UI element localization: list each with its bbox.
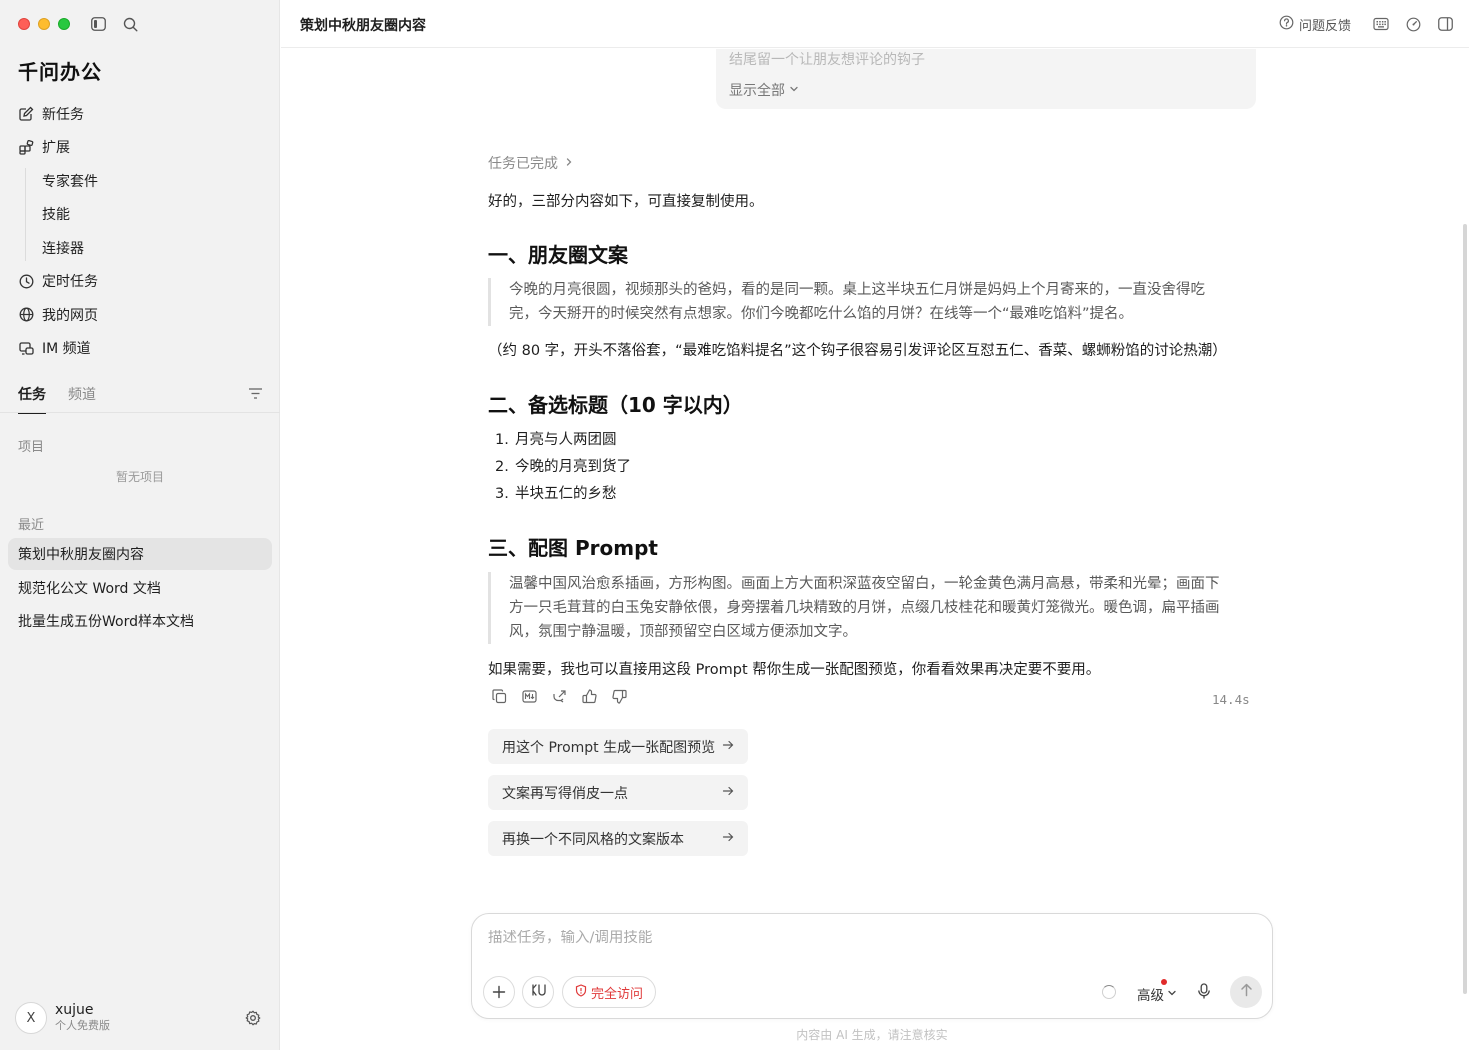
nav-skills[interactable]: 技能 — [0, 198, 280, 232]
suggestion-generate-preview[interactable]: 用这个 Prompt 生成一张配图预览 — [488, 729, 748, 764]
help-circle-icon — [1279, 15, 1294, 34]
recent-list: 策划中秋朋友圈内容 规范化公文 Word 文档 批量生成五份Word样本文档 — [8, 538, 272, 639]
model-level-select[interactable]: 高级 — [1137, 979, 1177, 1004]
arrow-up-icon — [1240, 983, 1253, 1001]
arrow-right-icon — [722, 739, 734, 755]
gauge-icon[interactable] — [1404, 15, 1422, 33]
nav-connectors[interactable]: 连接器 — [0, 231, 280, 265]
chevron-down-icon — [1167, 986, 1177, 1002]
moments-copy-note: （约 80 字，开头不落俗套，“最难吃馅料提名”这个钩子很容易引发评论区互怼五仁… — [488, 343, 1227, 359]
conversation-area: 结尾留一个让朋友想评论的钩子 显示全部 任务已完成 好的，三部分内容如下，可直接… — [281, 49, 1469, 1050]
tools-button[interactable] — [522, 976, 554, 1008]
search-icon[interactable] — [121, 15, 139, 33]
sidebar: 千问办公 新任务 扩展 专家套件 技能 连接器 定时任务 我的网页 IM 频道 … — [0, 0, 280, 1050]
window-controls — [18, 18, 70, 30]
chevron-right-icon — [564, 155, 574, 171]
close-window-button[interactable] — [18, 18, 30, 30]
minimize-window-button[interactable] — [38, 18, 50, 30]
list-item: 2. 今晚的月亮到货了 — [495, 459, 631, 475]
recent-item-official-doc[interactable]: 规范化公文 Word 文档 — [8, 572, 272, 604]
nav-new-task[interactable]: 新任务 — [0, 97, 280, 131]
moments-copy-quote: 今晚的月亮很圆，视频那头的爸妈，看的是同一颗。桌上这半块五仁月饼是妈妈上个月寄来… — [488, 278, 1233, 326]
nav-my-webpages[interactable]: 我的网页 — [0, 298, 280, 332]
previous-message-card: 结尾留一个让朋友想评论的钩子 显示全部 — [716, 49, 1256, 109]
copy-icon[interactable] — [490, 687, 508, 705]
full-access-button[interactable]: 完全访问 — [562, 976, 657, 1008]
title-options-list: 1. 月亮与人两团圆 2. 今晚的月亮到货了 3. 半块五仁的乡愁 — [488, 427, 1258, 508]
edit-icon — [18, 106, 34, 122]
nav-extensions[interactable]: 扩展 — [0, 131, 280, 165]
show-all-button[interactable]: 显示全部 — [729, 80, 799, 100]
loading-spinner-icon — [1102, 985, 1116, 999]
app-brand: 千问办公 — [18, 60, 102, 84]
gear-icon[interactable] — [245, 1010, 261, 1030]
projects-label: 项目 — [18, 440, 45, 455]
list-item: 1. 月亮与人两团圆 — [495, 432, 617, 448]
section-heading-titles: 二、备选标题（10 字以内） — [488, 393, 743, 417]
section-heading-image-prompt: 三、配图 Prompt — [488, 536, 658, 560]
recent-item-batch-word[interactable]: 批量生成五份Word样本文档 — [8, 605, 272, 637]
top-header: 策划中秋朋友圈内容 问题反馈 — [281, 0, 1469, 48]
task-status[interactable]: 任务已完成 — [488, 149, 1258, 177]
response-intro: 好的，三部分内容如下，可直接复制使用。 — [488, 194, 764, 210]
nav-expert-suite[interactable]: 专家套件 — [0, 164, 280, 198]
notification-dot — [1161, 979, 1167, 985]
composer: 完全访问 高级 — [471, 913, 1273, 1019]
nav-im-channel[interactable]: IM 频道 — [0, 332, 280, 366]
assistant-response: 任务已完成 好的，三部分内容如下，可直接复制使用。 一、朋友圈文案 今晚的月亮很… — [488, 149, 1258, 682]
panel-toggle-icon[interactable] — [1436, 15, 1454, 33]
arrow-right-icon — [722, 785, 734, 801]
globe-icon — [18, 307, 34, 323]
markdown-icon[interactable] — [520, 687, 538, 705]
task-input[interactable] — [488, 930, 1248, 946]
extensions-submenu: 专家套件 技能 连接器 — [0, 164, 280, 265]
add-attachment-button[interactable] — [483, 976, 515, 1008]
chevron-down-icon — [789, 82, 799, 98]
suggestion-playful-copy[interactable]: 文案再写得俏皮一点 — [488, 775, 748, 810]
thumbs-down-icon[interactable] — [610, 687, 628, 705]
sidebar-toggle-icon[interactable] — [89, 15, 107, 33]
recent-label: 最近 — [18, 518, 45, 533]
send-button[interactable] — [1230, 976, 1262, 1008]
recent-item-mid-autumn[interactable]: 策划中秋朋友圈内容 — [8, 538, 272, 570]
avatar: X — [15, 1002, 47, 1034]
keyboard-icon[interactable] — [1372, 15, 1390, 33]
share-icon[interactable] — [550, 687, 568, 705]
tab-tasks[interactable]: 任务 — [18, 384, 46, 414]
user-profile[interactable]: X xujue 个人免费版 — [15, 1002, 110, 1034]
microphone-icon[interactable] — [1197, 983, 1211, 1004]
feedback-button[interactable]: 问题反馈 — [1279, 15, 1351, 34]
message-actions — [490, 687, 628, 705]
user-name: xujue — [55, 1002, 94, 1018]
sidebar-tabs: 任务 频道 — [18, 384, 96, 414]
thumbs-up-icon[interactable] — [580, 687, 598, 705]
tab-channels[interactable]: 频道 — [68, 384, 96, 414]
arrow-right-icon — [722, 831, 734, 847]
response-closing: 如果需要，我也可以直接用这段 Prompt 帮你生成一张配图预览，你看看效果再决… — [488, 662, 1101, 678]
extension-icon — [18, 139, 34, 155]
im-channel-icon — [18, 340, 34, 356]
maximize-window-button[interactable] — [58, 18, 70, 30]
previous-message-text: 结尾留一个让朋友想评论的钩子 — [729, 52, 925, 68]
clock-icon — [18, 273, 34, 289]
user-plan: 个人免费版 — [55, 1019, 110, 1032]
sidebar-nav: 新任务 扩展 专家套件 技能 连接器 定时任务 我的网页 IM 频道 — [0, 97, 280, 365]
section-heading-moments-copy: 一、朋友圈文案 — [488, 243, 628, 267]
suggestion-different-style[interactable]: 再换一个不同风格的文案版本 — [488, 821, 748, 856]
tabs-divider — [0, 412, 280, 413]
list-item: 3. 半块五仁的乡愁 — [495, 486, 617, 502]
response-elapsed-time: 14.4s — [1212, 692, 1250, 707]
projects-empty-text: 暂无项目 — [115, 470, 164, 484]
page-title: 策划中秋朋友圈内容 — [300, 18, 426, 34]
scrollbar[interactable] — [1463, 224, 1467, 994]
shield-icon — [575, 983, 587, 1001]
nav-scheduled-tasks[interactable]: 定时任务 — [0, 265, 280, 299]
image-prompt-quote: 温馨中国风治愈系插画，方形构图。画面上方大面积深蓝夜空留白，一轮金黄色满月高悬，… — [488, 572, 1233, 644]
ai-disclaimer: 内容由 AI 生成，请注意核实 — [796, 1028, 948, 1042]
tools-icon — [530, 983, 546, 1001]
filter-icon[interactable] — [248, 387, 263, 404]
